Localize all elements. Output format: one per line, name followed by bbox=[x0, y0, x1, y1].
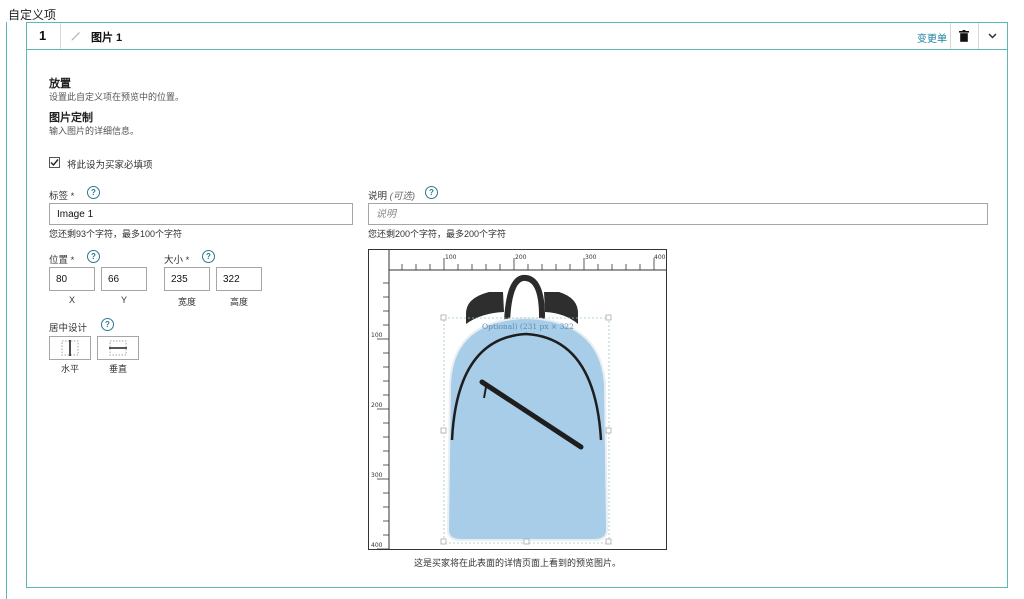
preview-overlay-text: Optional) (231 px × 322 bbox=[482, 322, 574, 331]
ruler-left-label: 300 bbox=[371, 472, 383, 479]
item-title: 图片 1 bbox=[91, 32, 123, 44]
change-link[interactable]: 变更单 bbox=[917, 30, 947, 45]
ruler-top-label: 300 bbox=[585, 254, 597, 261]
center-horizontal-caption: 水平 bbox=[60, 364, 79, 374]
preview-caption: 这是买家将在此表面的详情页面上看到的预览图片。 bbox=[413, 558, 621, 568]
item-index: 1 bbox=[39, 28, 47, 43]
label-counter: 您还剩93个字符，最多100个字符 bbox=[49, 229, 183, 239]
pencil-icon[interactable] bbox=[69, 28, 83, 42]
position-x-caption: X bbox=[68, 295, 75, 305]
position-x-input[interactable] bbox=[49, 267, 95, 291]
center-horizontal-button[interactable] bbox=[49, 336, 91, 360]
size-label: 大小 * bbox=[164, 255, 190, 266]
description-field-label: 说明 (可选) bbox=[368, 188, 415, 202]
header-divider bbox=[60, 23, 61, 49]
size-width-input[interactable] bbox=[164, 267, 210, 291]
ruler-top-label: 200 bbox=[515, 254, 527, 261]
label-input[interactable] bbox=[49, 203, 353, 225]
help-icon[interactable]: ? bbox=[87, 186, 100, 199]
position-y-caption: Y bbox=[120, 295, 127, 305]
trash-icon bbox=[959, 30, 969, 42]
centering-label: 居中设计 bbox=[49, 323, 88, 334]
image-custom-heading: 图片定制 bbox=[49, 112, 93, 124]
section-border bbox=[6, 22, 7, 599]
chevron-down-icon bbox=[987, 33, 997, 39]
align-vertical-center-icon bbox=[109, 340, 127, 356]
description-label-text: 说明 bbox=[368, 191, 388, 202]
ruler-left-label: 400 bbox=[371, 542, 383, 549]
ruler-top-label: 400 bbox=[654, 254, 666, 261]
placement-description: 设置此自定义项在预览中的位置。 bbox=[49, 92, 185, 102]
size-height-caption: 高度 bbox=[229, 297, 248, 307]
size-width-caption: 宽度 bbox=[177, 297, 196, 307]
checkmark-icon bbox=[50, 159, 59, 167]
position-y-input[interactable] bbox=[101, 267, 147, 291]
preview-svg: 100 200 300 400 100 200 300 400 Optional… bbox=[369, 250, 666, 549]
help-icon[interactable]: ? bbox=[87, 250, 100, 263]
card-header: 1 图片 1 变更单 bbox=[27, 23, 1007, 50]
required-checkbox[interactable] bbox=[49, 157, 60, 168]
preview-canvas[interactable]: 100 200 300 400 100 200 300 400 Optional… bbox=[368, 249, 667, 550]
ruler-top-label: 100 bbox=[445, 254, 457, 261]
ruler-left-label: 100 bbox=[371, 332, 383, 339]
delete-button[interactable] bbox=[951, 23, 977, 49]
help-icon[interactable]: ? bbox=[202, 250, 215, 263]
section-title: 自定义项 bbox=[8, 8, 57, 22]
description-input[interactable] bbox=[368, 203, 988, 225]
collapse-button[interactable] bbox=[979, 23, 1005, 49]
help-icon[interactable]: ? bbox=[425, 186, 438, 199]
ruler-left-label: 200 bbox=[371, 402, 383, 409]
align-horizontal-center-icon bbox=[61, 340, 79, 356]
help-icon[interactable]: ? bbox=[101, 318, 114, 331]
image-custom-description: 输入图片的详细信息。 bbox=[49, 126, 140, 136]
backpack-image bbox=[446, 275, 609, 541]
center-vertical-caption: 垂直 bbox=[108, 364, 127, 374]
required-label: 将此设为买家必填项 bbox=[67, 160, 153, 171]
label-field-label: 标签 * bbox=[49, 191, 75, 202]
placement-heading: 放置 bbox=[49, 78, 71, 90]
position-label: 位置 * bbox=[49, 255, 75, 266]
size-height-input[interactable] bbox=[216, 267, 262, 291]
optional-tag: (可选) bbox=[389, 191, 415, 202]
center-vertical-button[interactable] bbox=[97, 336, 139, 360]
description-counter: 您还剩200个字符，最多200个字符 bbox=[368, 229, 507, 239]
